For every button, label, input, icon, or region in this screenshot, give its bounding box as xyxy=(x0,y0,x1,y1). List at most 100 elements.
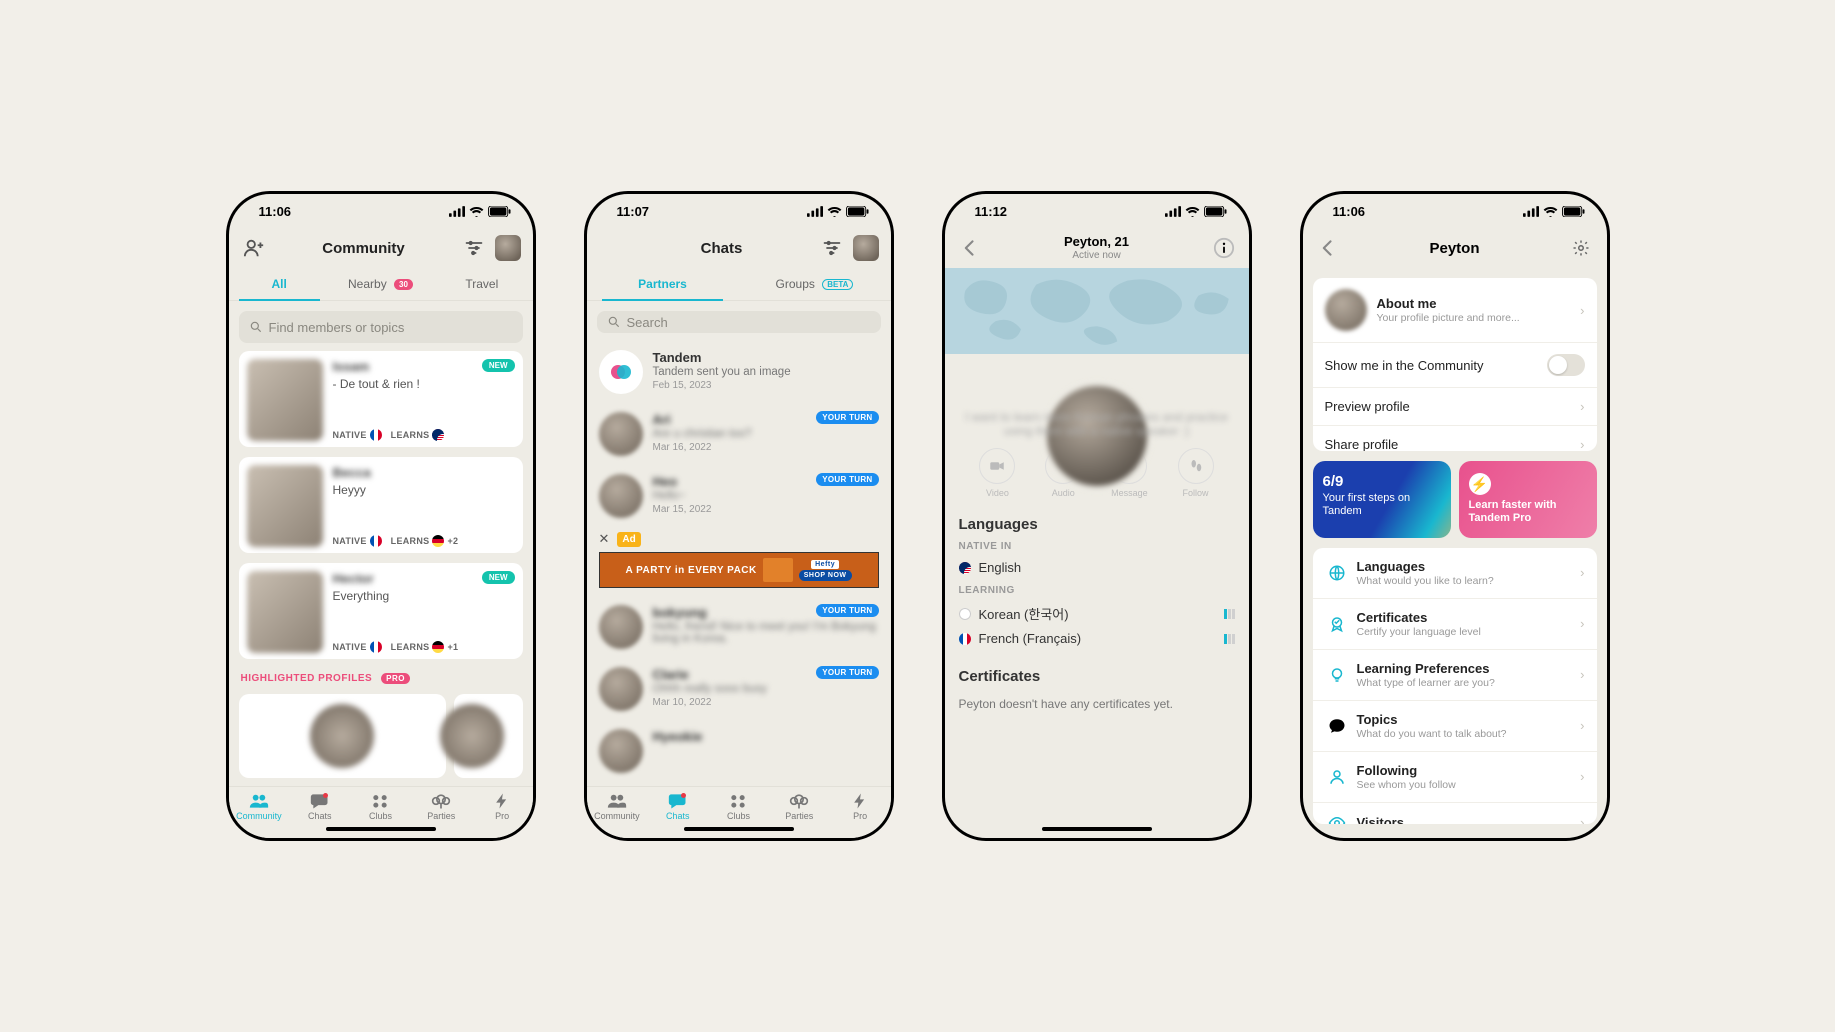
learning-language: Korean (한국어) xyxy=(959,600,1235,627)
community-tabs: All Nearby 30 Travel xyxy=(229,268,533,301)
highlighted-card[interactable] xyxy=(454,694,522,778)
your-turn-badge: YOUR TURN xyxy=(816,666,878,679)
chat-row[interactable]: Tandem Tandem sent you an image Feb 15, … xyxy=(597,341,881,403)
de-flag-icon xyxy=(432,641,444,653)
your-turn-badge: YOUR TURN xyxy=(816,604,878,617)
highlighted-header: HIGHLIGHTED PROFILES PRO xyxy=(241,673,521,684)
menu-learning preferences[interactable]: Learning Preferences What type of learne… xyxy=(1313,649,1597,700)
tabbar-parties[interactable]: Parties xyxy=(411,787,472,826)
nearby-count: 30 xyxy=(394,279,413,290)
tabbar-pro[interactable]: Pro xyxy=(472,787,533,826)
profile-screen: 11:12 Peyton, 21 Active now I want to le… xyxy=(942,191,1252,841)
tabbar-pro[interactable]: Pro xyxy=(830,787,891,826)
show-toggle[interactable] xyxy=(1547,354,1585,376)
menu-topics[interactable]: Topics What do you want to talk about? › xyxy=(1313,700,1597,751)
preview-profile-row[interactable]: Preview profile › xyxy=(1313,387,1597,425)
tabbar-community[interactable]: Community xyxy=(229,787,290,826)
battery-icon xyxy=(488,206,511,217)
chat-icon xyxy=(1325,717,1349,735)
chat-preview: Are u christian too? xyxy=(653,428,879,440)
chat-row[interactable]: Hyeokie xyxy=(597,720,881,782)
chat-date: Feb 15, 2023 xyxy=(653,380,879,391)
battery-icon xyxy=(846,206,869,217)
tab-nearby[interactable]: Nearby 30 xyxy=(330,268,431,300)
chat-name: Hyeokie xyxy=(653,729,879,744)
tab-groups[interactable]: Groups BETA xyxy=(739,268,891,300)
tabbar-clubs[interactable]: Clubs xyxy=(350,787,411,826)
highlighted-card[interactable] xyxy=(239,694,447,778)
page-title: Community xyxy=(322,240,405,257)
show-in-community-row[interactable]: Show me in the Community xyxy=(1313,342,1597,387)
tab-all[interactable]: All xyxy=(229,268,330,300)
profile-bio: I want to learn more Korean phrases and … xyxy=(945,410,1249,438)
wifi-icon xyxy=(1185,206,1200,217)
ad-banner[interactable]: A PARTY in EVERY PACK Hefty SHOP NOW xyxy=(599,552,879,588)
chat-row[interactable]: Ari Are u christian too? Mar 16, 2022 YO… xyxy=(597,403,881,465)
signal-icon xyxy=(449,206,465,217)
menu-languages[interactable]: Languages What would you like to learn? … xyxy=(1313,548,1597,598)
my-avatar[interactable] xyxy=(495,235,521,261)
menu-following[interactable]: Following See whom you follow › xyxy=(1313,751,1597,802)
tabbar-chats[interactable]: Chats xyxy=(289,787,350,826)
filters-button[interactable] xyxy=(819,235,845,261)
menu-certificates[interactable]: Certificates Certify your language level… xyxy=(1313,598,1597,649)
share-profile-row[interactable]: Share profile › xyxy=(1313,425,1597,451)
chevron-right-icon: › xyxy=(1580,718,1584,733)
settings-content: About me Your profile picture and more..… xyxy=(1303,268,1607,838)
globe-icon xyxy=(1325,564,1349,582)
chat-avatar xyxy=(599,667,643,711)
tabbar-chats[interactable]: Chats xyxy=(647,787,708,826)
my-avatar[interactable] xyxy=(853,235,879,261)
back-button[interactable] xyxy=(957,235,983,261)
chat-preview: Tandem sent you an image xyxy=(653,366,879,378)
close-ad-button[interactable]: ✕ xyxy=(599,531,610,547)
back-button[interactable] xyxy=(1315,235,1341,261)
member-tagline: Everything xyxy=(333,589,513,603)
fr-flag-icon xyxy=(370,535,382,547)
member-card[interactable]: Becca Heyyy NATIVE LEARNS +2 xyxy=(239,457,523,553)
chats-screen: 11:07 Chats Partners Groups BETA Search xyxy=(584,191,894,841)
add-user-button[interactable] xyxy=(241,235,267,261)
search-icon xyxy=(249,320,263,334)
search-input[interactable]: Find members or topics xyxy=(239,311,523,343)
member-name: Becca xyxy=(333,465,513,480)
chat-row[interactable]: Clarie Ohhh really sooo busy Mar 10, 202… xyxy=(597,658,881,720)
tab-partners[interactable]: Partners xyxy=(587,268,739,300)
clock: 11:06 xyxy=(1333,204,1366,219)
tabbar-parties[interactable]: Parties xyxy=(769,787,830,826)
battery-icon xyxy=(1204,206,1227,217)
member-languages: NATIVE LEARNS +1 xyxy=(333,641,513,653)
follow-button[interactable]: Follow xyxy=(1178,448,1214,498)
tabbar-community[interactable]: Community xyxy=(587,787,648,826)
member-card[interactable]: Issam - De tout & rien ! NATIVE LEARNS N… xyxy=(239,351,523,447)
chats-header: Chats xyxy=(587,228,891,268)
pro-badge: PRO xyxy=(381,673,410,684)
chat-avatar xyxy=(599,350,643,394)
tab-travel[interactable]: Travel xyxy=(431,268,532,300)
ad-slot: ✕ Ad A PARTY in EVERY PACK Hefty SHOP NO… xyxy=(597,527,881,596)
learning-language: French (Français) xyxy=(959,627,1235,650)
info-button[interactable] xyxy=(1211,235,1237,261)
first-steps-card[interactable]: 6/9 Your first steps on Tandem xyxy=(1313,461,1451,537)
about-me-row[interactable]: About me Your profile picture and more..… xyxy=(1313,278,1597,342)
member-card[interactable]: Hector Everything NATIVE LEARNS +1 NEW xyxy=(239,563,523,659)
menu-visitors[interactable]: Visitors › xyxy=(1313,802,1597,824)
certificates-empty: Peyton doesn't have any certificates yet… xyxy=(959,693,1235,715)
chats-content: Search Tandem Tandem sent you an image F… xyxy=(587,301,891,838)
tandem-pro-card[interactable]: ⚡ Learn faster with Tandem Pro xyxy=(1459,461,1597,537)
filters-button[interactable] xyxy=(461,235,487,261)
bolt-icon: ⚡ xyxy=(1469,473,1491,495)
chat-row[interactable]: bokyung Hello, friend! Nice to meet you!… xyxy=(597,596,881,658)
kr-flag-icon xyxy=(959,608,971,620)
chat-row[interactable]: Heo Hello~ Mar 15, 2022 YOUR TURN xyxy=(597,465,881,527)
search-input[interactable]: Search xyxy=(597,311,881,333)
wifi-icon xyxy=(469,206,484,217)
tabbar-clubs[interactable]: Clubs xyxy=(708,787,769,826)
settings-gear-button[interactable] xyxy=(1568,235,1594,261)
badge-icon xyxy=(1325,615,1349,633)
clock: 11:07 xyxy=(617,204,650,219)
bulb-icon xyxy=(1325,666,1349,684)
community-screen: 11:06 Community All Nearby 30 Travel Fin… xyxy=(226,191,536,841)
video-call-button[interactable]: Video xyxy=(979,448,1015,498)
chat-preview: Hello~ xyxy=(653,490,879,502)
